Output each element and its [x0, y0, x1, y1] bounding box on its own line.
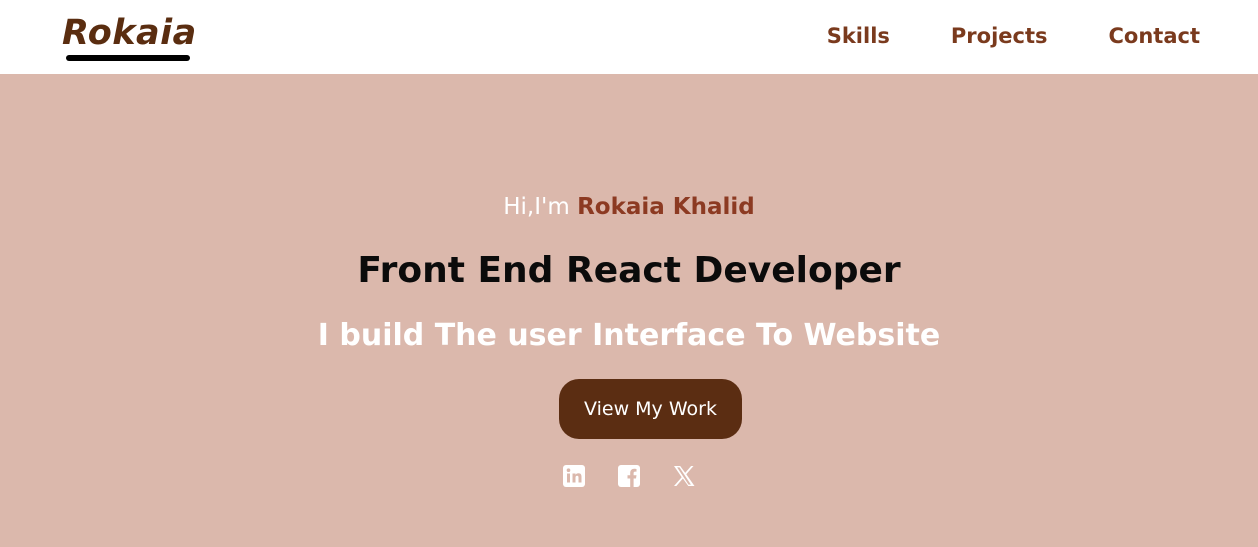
hero-role: Front End React Developer [357, 250, 901, 291]
x-twitter-icon[interactable] [672, 463, 696, 489]
linkedin-icon[interactable] [562, 463, 586, 489]
nav-links: Skills Projects Contact [827, 22, 1200, 50]
facebook-icon[interactable] [617, 463, 641, 489]
logo[interactable]: Rokaia [62, 12, 197, 54]
greeting-prefix: Hi,I'm [503, 194, 570, 220]
hero-section: Hi,I'm Rokaia Khalid Front End React Dev… [0, 74, 1258, 547]
hero-name: Rokaia Khalid [577, 194, 755, 220]
logo-underline [66, 55, 190, 61]
hero-greeting: Hi,I'm Rokaia Khalid [0, 191, 1258, 223]
navbar: Rokaia Skills Projects Contact [0, 0, 1258, 74]
social-links [0, 463, 1258, 489]
nav-link-contact[interactable]: Contact [1109, 22, 1201, 50]
nav-link-projects[interactable]: Projects [951, 22, 1048, 50]
nav-link-skills[interactable]: Skills [827, 22, 890, 50]
view-my-work-button[interactable]: View My Work [559, 379, 742, 439]
hero-tagline: I build The user Interface To Website [317, 318, 941, 353]
